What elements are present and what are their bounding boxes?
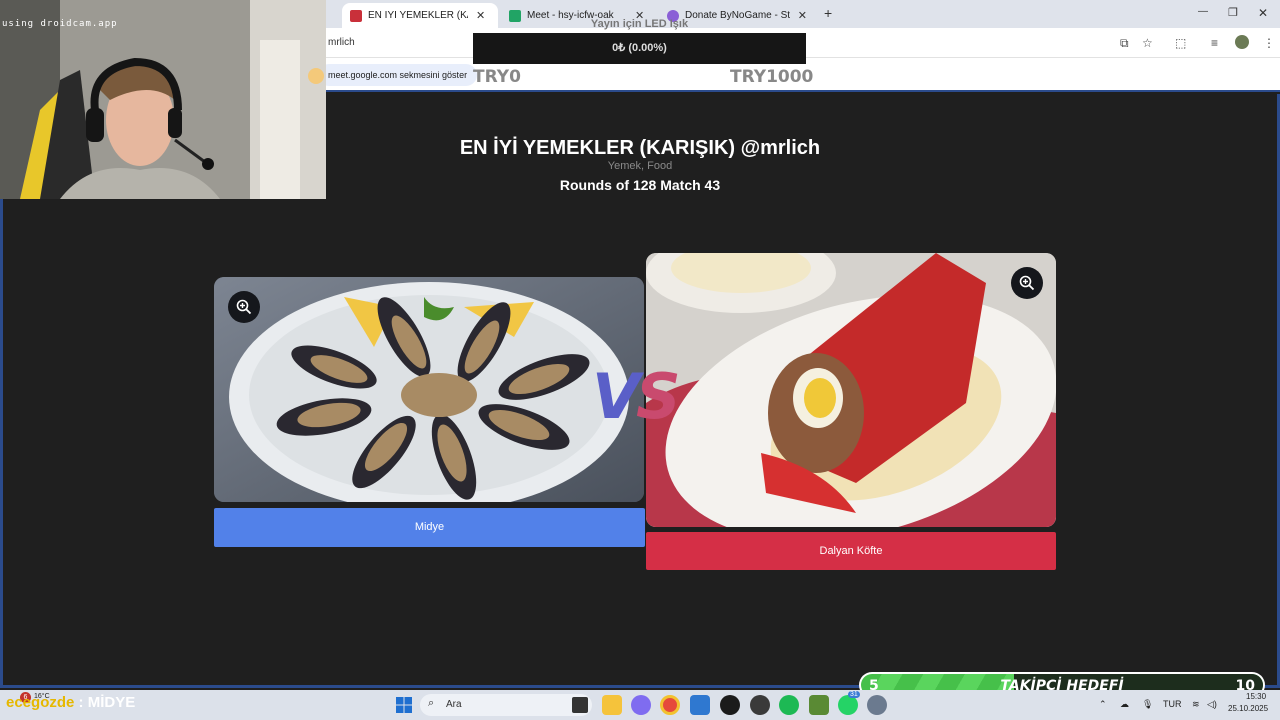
media-controls-icon[interactable]: ≡ <box>1211 36 1218 50</box>
whatsapp-badge: 31 <box>848 691 860 698</box>
meatloaf-plate-illustration <box>646 253 1056 527</box>
zoom-left-button[interactable] <box>228 291 260 323</box>
close-window-button[interactable]: ✕ <box>1258 6 1268 20</box>
tray-chevron-icon[interactable]: ⌃ <box>1099 699 1107 710</box>
minecraft-icon[interactable] <box>809 695 829 715</box>
overlay-separator: : <box>74 694 88 711</box>
whatsapp-icon[interactable] <box>838 695 858 715</box>
volume-icon[interactable]: ◁) <box>1207 699 1217 710</box>
right-choice-image[interactable] <box>646 253 1056 527</box>
zoom-in-icon <box>1019 275 1035 291</box>
obs-icon[interactable] <box>720 695 740 715</box>
donation-goal-title: Yayın için LED Işık <box>590 18 689 30</box>
wifi-icon[interactable]: ≋ <box>1192 699 1200 710</box>
left-choice-button[interactable]: Midye <box>214 508 645 547</box>
chrome-icon[interactable] <box>660 695 680 715</box>
show-meet-tab-button[interactable]: meet.google.com sekmesini göster <box>318 64 478 86</box>
site-favicon-icon <box>350 9 362 22</box>
zoom-right-button[interactable] <box>1011 267 1043 299</box>
file-explorer-icon[interactable] <box>602 695 622 715</box>
input-language[interactable]: TUR <box>1163 699 1182 709</box>
settings-icon[interactable] <box>867 695 887 715</box>
right-choice-button[interactable]: Dalyan Köfte <box>646 532 1056 570</box>
donation-progress-bar: 0₺ (0.00%) <box>473 33 806 64</box>
onedrive-icon[interactable]: ☁ <box>1120 699 1129 710</box>
windows-start-icon[interactable] <box>394 695 414 715</box>
copilot-icon[interactable] <box>631 695 651 715</box>
search-icon: ⌕ <box>428 697 435 709</box>
app-icon[interactable] <box>750 695 770 715</box>
new-tab-button[interactable]: + <box>824 5 832 21</box>
profile-avatar[interactable] <box>1235 35 1249 49</box>
donation-min: TRY0 <box>473 67 521 87</box>
screen: EN İYİ YEMEKLER (KARIŞIK) @mrlich Yemek,… <box>0 0 1280 720</box>
windows-taskbar: ⌕ Ara 31 ⌃ ☁ 🎙 TUR ≋ ◁) 15:30 25.10.2025 <box>0 690 1280 720</box>
microphone-icon[interactable]: 🎙 <box>1142 699 1153 710</box>
search-placeholder: Ara <box>446 699 462 710</box>
zoom-in-icon <box>236 299 252 315</box>
donation-max: TRY1000 <box>730 67 814 87</box>
current-item-overlay: ecegozde : MİDYE <box>6 694 135 711</box>
more-menu-icon[interactable]: ⋮ <box>1263 36 1275 50</box>
versus-s: S <box>635 360 681 433</box>
bookmark-star-icon[interactable]: ☆ <box>1142 36 1153 50</box>
clock-date[interactable]: 25.10.2025 <box>1228 704 1268 713</box>
translate-icon[interactable]: ⧉ <box>1120 36 1129 51</box>
webcam-feed: using droidcam.app <box>0 0 326 199</box>
extensions-icon[interactable]: ⬚ <box>1175 36 1186 50</box>
clock-time[interactable]: 15:30 <box>1246 692 1266 701</box>
versus-v: V <box>592 360 640 433</box>
versus-label: VS <box>592 360 681 433</box>
store-icon[interactable] <box>690 695 710 715</box>
url-field[interactable]: mrlich <box>328 37 355 48</box>
taskbar-search[interactable]: ⌕ Ara <box>420 694 592 716</box>
task-view-icon[interactable] <box>572 697 588 713</box>
current-item-name: MİDYE <box>87 694 136 711</box>
mussels-plate-illustration <box>214 277 644 502</box>
tab-label: EN İYİ YEMEKLER (KARIŞIK) @mrlich <box>368 10 468 21</box>
minimize-button[interactable]: — <box>1198 6 1208 17</box>
streamer-brand: ecegozde <box>6 694 75 711</box>
restore-button[interactable]: ❐ <box>1228 6 1238 19</box>
streamer-webcam-illustration <box>0 0 326 199</box>
spotify-icon[interactable] <box>779 695 799 715</box>
left-choice-image[interactable] <box>214 277 644 502</box>
webcam-label: using droidcam.app <box>2 19 118 29</box>
